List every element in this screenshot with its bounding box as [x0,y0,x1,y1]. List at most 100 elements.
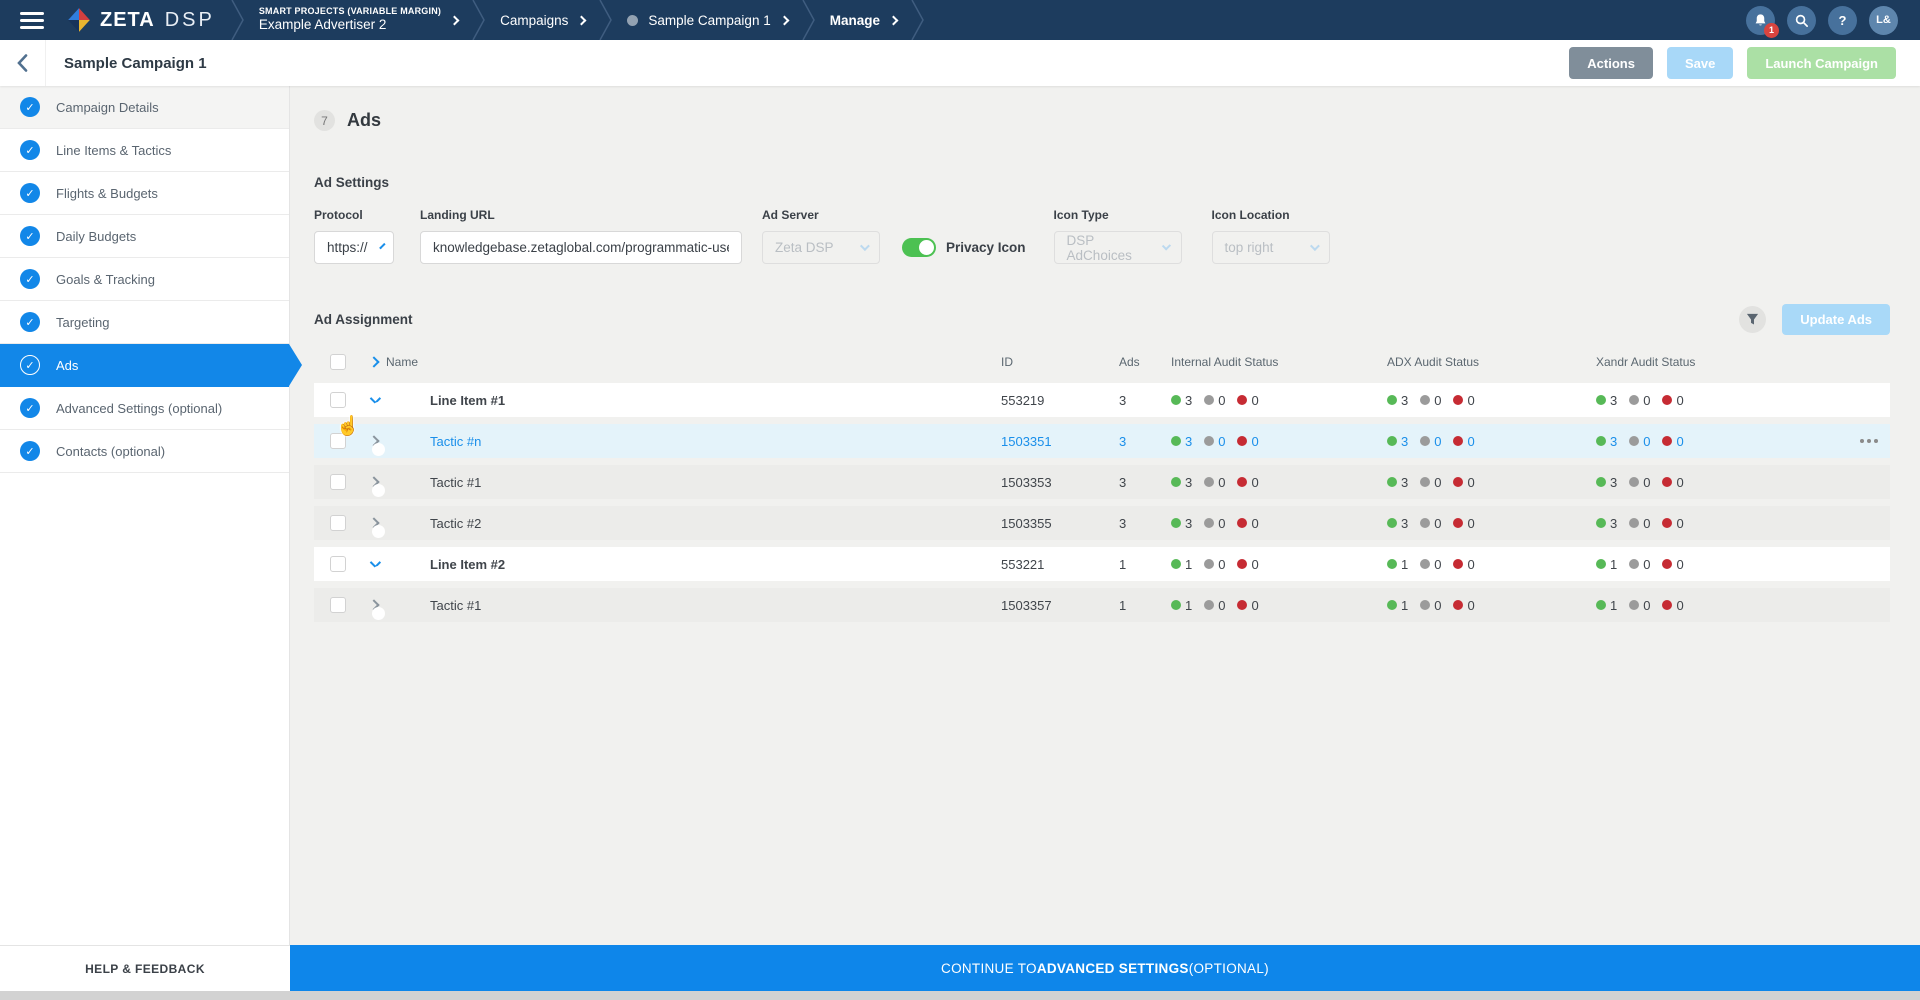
zeta-dsp-logo[interactable]: ZETA DSP [66,7,215,33]
hamburger-menu-icon[interactable] [20,8,44,33]
user-avatar[interactable]: L& [1869,6,1898,35]
row-checkbox[interactable] [330,433,346,449]
sidebar-item-flights-budgets[interactable]: ✓ Flights & Budgets [0,172,289,215]
pending-dot [1629,600,1639,610]
internal-audit-status: 3 0 0 [1171,516,1387,531]
sidebar-item-targeting[interactable]: ✓ Targeting [0,301,289,344]
help-feedback-button[interactable]: HELP & FEEDBACK [0,945,290,991]
table-row-line-item-1[interactable]: Line Item #1 553219 3 3 0 0 3 0 0 3 [314,383,1890,417]
row-checkbox[interactable] [330,515,346,531]
campaign-steps-sidebar: ✓ Campaign Details ✓ Line Items & Tactic… [0,86,290,945]
row-id: 553221 [1001,557,1119,572]
select-all-checkbox[interactable] [330,354,346,370]
row-id-link[interactable]: 1503351 [1001,434,1119,449]
ad-settings-section: Ad Settings Protocol https:// Landing UR… [314,175,1890,264]
approved-dot [1387,436,1397,446]
xandr-audit-status: 3 0 0 [1596,434,1847,449]
icon-location-select[interactable]: top right [1212,231,1330,264]
ad-assignment-header: Ad Assignment Update Ads [314,304,1890,335]
column-header-name[interactable]: Name [386,355,1001,369]
row-checkbox[interactable] [330,392,346,408]
actions-button[interactable]: Actions [1569,47,1653,79]
search-button[interactable] [1787,6,1816,35]
row-ads-count: 1 [1119,598,1171,613]
row-checkbox[interactable] [330,474,346,490]
icon-location-label: Icon Location [1212,208,1330,222]
column-header-adx-audit[interactable]: ADX Audit Status [1387,355,1596,369]
pending-dot [1204,395,1214,405]
row-name: Tactic #1 [430,598,1001,613]
row-checkbox[interactable] [330,597,346,613]
row-checkbox[interactable] [330,556,346,572]
table-row-line-item-2[interactable]: Line Item #2 553221 1 1 0 0 1 0 0 1 [314,547,1890,581]
step-number-badge: 7 [314,110,335,131]
column-header-ads[interactable]: Ads [1119,355,1171,369]
logo-text-zeta: ZETA [100,9,155,32]
protocol-select[interactable]: https:// [314,231,394,264]
xandr-audit-status: 3 0 0 [1596,475,1847,490]
internal-audit-status: 3 0 0 [1171,475,1387,490]
chevron-left-icon [17,54,28,72]
launch-campaign-button[interactable]: Launch Campaign [1747,47,1896,79]
breadcrumb-advertiser[interactable]: SMART PROJECTS (VARIABLE MARGIN) Example… [245,6,472,34]
step-complete-icon: ✓ [20,183,40,203]
filter-button[interactable] [1739,306,1766,333]
table-row-tactic-1b[interactable]: Tactic #1 1503357 1 1 0 0 1 0 0 1 [314,588,1890,622]
sidebar-item-daily-budgets[interactable]: ✓ Daily Budgets [0,215,289,258]
table-header-row: Name ID Ads Internal Audit Status ADX Au… [314,347,1890,377]
chevron-right-icon [889,15,899,25]
approved-dot [1387,559,1397,569]
landing-url-input[interactable] [433,240,729,255]
icon-type-select[interactable]: DSP AdChoices [1054,231,1182,264]
ad-assignment-title: Ad Assignment [314,312,413,327]
breadcrumb-manage[interactable]: Manage [816,13,911,28]
approved-dot [1387,600,1397,610]
approved-dot [1596,600,1606,610]
adx-audit-status: 1 0 0 [1387,557,1596,572]
privacy-icon-label: Privacy Icon [946,240,1026,255]
ad-server-select[interactable]: Zeta DSP [762,231,880,264]
rejected-dot [1237,559,1247,569]
back-button[interactable] [0,40,46,86]
rejected-dot [1662,436,1672,446]
pending-dot [1629,518,1639,528]
column-header-internal-audit[interactable]: Internal Audit Status [1171,355,1387,369]
row-ads-count: 3 [1119,393,1171,408]
breadcrumb-campaigns[interactable]: Campaigns [486,13,599,28]
chevron-right-icon [779,15,789,25]
sidebar-item-goals-tracking[interactable]: ✓ Goals & Tracking [0,258,289,301]
row-actions-menu-icon[interactable] [1847,439,1890,443]
pending-dot [1629,559,1639,569]
continue-advanced-settings-button[interactable]: CONTINUE TO ADVANCED SETTINGS (OPTIONAL) [290,945,1920,991]
approved-dot [1171,600,1181,610]
row-ads-count: 1 [1119,557,1171,572]
row-id: 553219 [1001,393,1119,408]
sidebar-item-campaign-details[interactable]: ✓ Campaign Details [0,86,289,129]
sidebar-item-line-items-tactics[interactable]: ✓ Line Items & Tactics [0,129,289,172]
ads-step-content: 7 Ads Ad Settings Protocol https:// Land… [290,86,1920,945]
rejected-dot [1662,477,1672,487]
approved-dot [1171,436,1181,446]
rejected-dot [1237,436,1247,446]
update-ads-button[interactable]: Update Ads [1782,304,1890,335]
table-row-tactic-2[interactable]: Tactic #2 1503355 3 3 0 0 3 0 0 3 [314,506,1890,540]
notifications-button[interactable]: 1 [1746,6,1775,35]
sidebar-item-contacts[interactable]: ✓ Contacts (optional) [0,430,289,473]
breadcrumb-sample-campaign[interactable]: Sample Campaign 1 [613,13,801,28]
column-header-id[interactable]: ID [1001,355,1119,369]
expand-all-icon[interactable] [362,358,386,366]
help-button[interactable]: ? [1828,6,1857,35]
table-row-tactic-n[interactable]: Tactic #n 1503351 3 3 0 0 3 0 0 3 [314,424,1890,458]
rejected-dot [1237,600,1247,610]
breadcrumb-separator [599,0,613,40]
breadcrumb-separator [472,0,486,40]
sidebar-item-ads[interactable]: ✓ Ads [0,344,289,387]
column-header-xandr-audit[interactable]: Xandr Audit Status [1596,355,1847,369]
save-button[interactable]: Save [1667,47,1733,79]
sidebar-item-advanced-settings[interactable]: ✓ Advanced Settings (optional) [0,387,289,430]
xandr-audit-status: 1 0 0 [1596,598,1847,613]
row-ads-count[interactable]: 3 [1119,434,1171,449]
privacy-icon-toggle[interactable] [902,238,936,257]
row-name-link[interactable]: Tactic #n [430,434,1001,449]
table-row-tactic-1[interactable]: Tactic #1 1503353 3 3 0 0 3 0 0 3 [314,465,1890,499]
